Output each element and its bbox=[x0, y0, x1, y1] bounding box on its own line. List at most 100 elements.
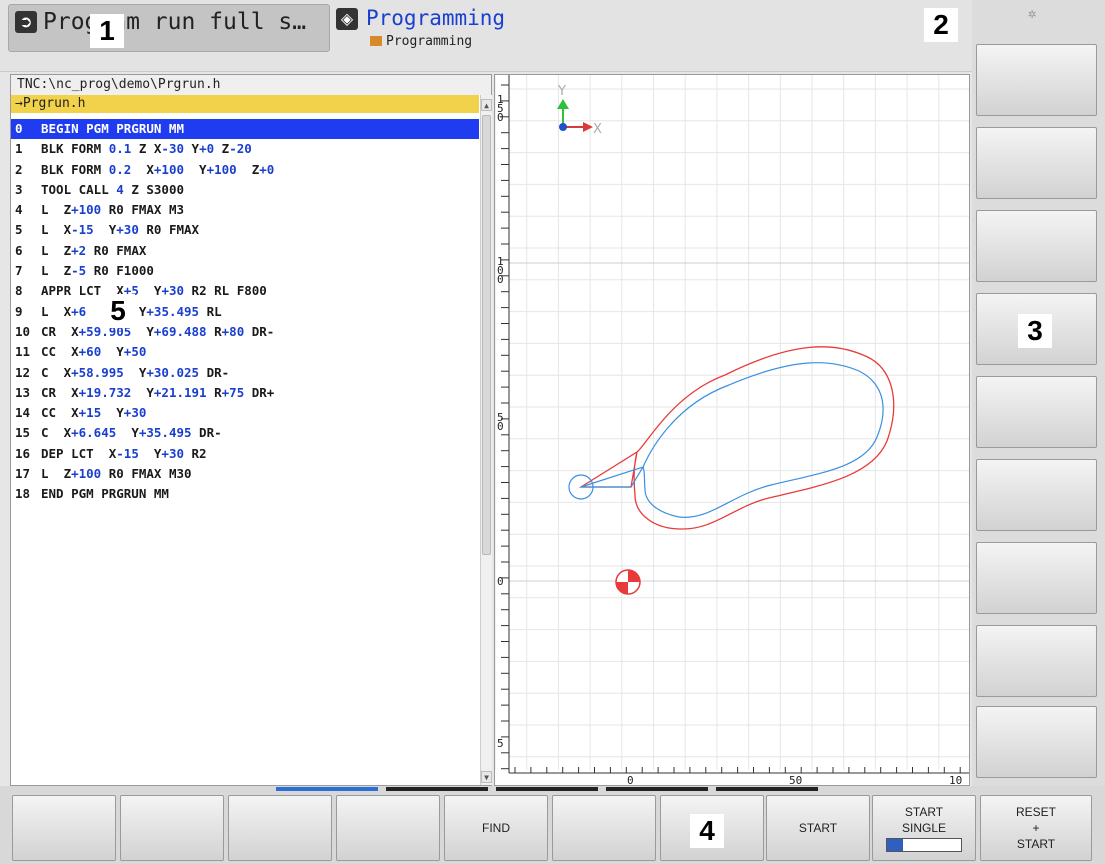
nc-token: +100 bbox=[71, 466, 102, 482]
nc-token: R0 FMAX bbox=[138, 222, 200, 238]
nc-token: Y bbox=[138, 445, 162, 461]
line-number: 18 bbox=[15, 486, 31, 502]
nc-token: +0 bbox=[259, 161, 275, 177]
nc-line[interactable]: 13 CR X+19.732 Y+21.191 R+75 DR+ bbox=[11, 383, 479, 403]
reset-start-label: RESET + START bbox=[1016, 804, 1056, 852]
bottom-tick-label: 50 bbox=[789, 774, 802, 785]
nc-token: DR+ bbox=[244, 384, 275, 400]
origin-dot bbox=[559, 123, 567, 131]
nc-token: Y bbox=[184, 161, 207, 177]
softkey-row-5-indicator[interactable] bbox=[716, 787, 818, 791]
nc-token: END PGM PRGRUN MM bbox=[41, 486, 169, 502]
nc-line[interactable]: 15 C X+6.645 Y+35.495 DR- bbox=[11, 423, 479, 443]
softkey-row-3-indicator[interactable] bbox=[496, 787, 598, 791]
nc-token: TOOL CALL bbox=[41, 181, 117, 197]
softkey-2[interactable] bbox=[120, 795, 224, 861]
softkey-1[interactable] bbox=[12, 795, 116, 861]
nc-line[interactable]: 12 C X+58.995 Y+30.025 DR- bbox=[11, 363, 479, 383]
scroll-up-icon[interactable]: ▲ bbox=[481, 99, 492, 111]
callout-3: 3 bbox=[1018, 314, 1052, 348]
nc-line[interactable]: 5 L X-15 Y+30 R0 FMAX bbox=[11, 220, 479, 240]
nc-token: -5 bbox=[71, 263, 87, 279]
vertical-softkey-3[interactable] bbox=[976, 210, 1097, 282]
line-number: 16 bbox=[15, 445, 31, 461]
nc-token: 0.1 bbox=[108, 141, 132, 157]
nc-line[interactable]: 0 BEGIN PGM PRGRUN MM bbox=[11, 119, 479, 140]
nc-line[interactable]: 17 L Z+100 R0 FMAX M30 bbox=[11, 464, 479, 484]
nc-line[interactable]: 11 CC X+60 Y+50 bbox=[11, 342, 479, 362]
nc-token: +35.495 bbox=[138, 425, 192, 441]
nc-line[interactable]: 18 END PGM PRGRUN MM bbox=[11, 484, 479, 504]
settings-gear-icon[interactable]: ✲ bbox=[1028, 6, 1036, 22]
softkey-4[interactable] bbox=[336, 795, 440, 861]
nc-token: L Z bbox=[41, 263, 72, 279]
softkey-3[interactable] bbox=[228, 795, 332, 861]
nc-program-listing[interactable]: 0 BEGIN PGM PRGRUN MM 1 BLK FORM 0.1 Z X-30… bbox=[11, 119, 479, 505]
softkey-label-line: START bbox=[1016, 837, 1056, 851]
nc-token: R2 RL F800 bbox=[184, 283, 267, 299]
vertical-softkey-2[interactable] bbox=[976, 127, 1097, 199]
nc-token: C X bbox=[41, 364, 72, 380]
nc-token: +30.025 bbox=[146, 364, 200, 380]
file-tab[interactable]: →Prgrun.h bbox=[11, 95, 479, 113]
scroll-down-icon[interactable]: ▼ bbox=[481, 771, 492, 783]
line-number: 14 bbox=[15, 405, 31, 421]
softkey-row-4-indicator[interactable] bbox=[606, 787, 708, 791]
vertical-softkey-8[interactable] bbox=[976, 625, 1097, 697]
vertical-scrollbar[interactable]: ▲ ▼ bbox=[480, 95, 492, 785]
programming-graphics: Y X 1 5 0 1 0 0 5 0 0 5 0 50 10 bbox=[494, 75, 969, 787]
line-number: 17 bbox=[15, 466, 31, 482]
line-number: 4 bbox=[15, 202, 23, 218]
vertical-softkey-7[interactable] bbox=[976, 542, 1097, 614]
nc-line[interactable]: 3 TOOL CALL 4 Z S3000 bbox=[11, 180, 479, 200]
start-softkey[interactable]: START bbox=[766, 795, 870, 861]
nc-token: +30 bbox=[161, 283, 185, 299]
vertical-softkey-1[interactable] bbox=[976, 44, 1097, 116]
nc-token: R bbox=[206, 323, 222, 339]
vertical-softkey-5[interactable] bbox=[976, 376, 1097, 448]
vertical-softkey-6[interactable] bbox=[976, 459, 1097, 531]
find-softkey[interactable]: FIND bbox=[444, 795, 548, 861]
nc-token: Y bbox=[116, 425, 139, 441]
nc-line[interactable]: 8 APPR LCT X+5 Y+30 R2 RL F800 bbox=[11, 281, 479, 301]
nc-token: +75 bbox=[221, 384, 245, 400]
nc-line[interactable]: 16 DEP LCT X-15 Y+30 R2 bbox=[11, 444, 479, 464]
line-number: 6 bbox=[15, 242, 23, 258]
axis-indicator: Y X bbox=[557, 84, 602, 137]
start-single-softkey[interactable]: START SINGLE bbox=[872, 795, 976, 861]
program-panel: TNC:\nc_prog\demo\Prgrun.h →Prgrun.h 0 BE… bbox=[10, 74, 492, 786]
nc-token: +60 bbox=[78, 344, 102, 360]
nc-line[interactable]: 6 L Z+2 R0 FMAX bbox=[11, 241, 479, 261]
line-number: 5 bbox=[15, 222, 23, 238]
vertical-softkey-9[interactable] bbox=[976, 706, 1097, 778]
nc-token: DEP LCT X bbox=[41, 445, 117, 461]
scrollbar-thumb[interactable] bbox=[482, 115, 491, 555]
contour-inner bbox=[580, 362, 884, 518]
softkey-row-2-indicator[interactable] bbox=[386, 787, 488, 791]
nc-line[interactable]: 4 L Z+100 R0 FMAX M3 bbox=[11, 200, 479, 220]
nc-line[interactable]: 2 BLK FORM 0.2 X+100 Y+100 Z+0 bbox=[11, 160, 479, 180]
nc-token: R0 FMAX bbox=[86, 242, 147, 258]
nc-line[interactable]: 9L X+6 Y+35.495 RL bbox=[11, 302, 479, 322]
bottom-tick-label: 0 bbox=[627, 774, 634, 785]
header-bar: ➲ Program run full s… 1 ◈ Programming Pr… bbox=[0, 0, 972, 72]
softkey-label-line: + bbox=[1032, 821, 1040, 835]
nc-line[interactable]: 1 BLK FORM 0.1 Z X-30 Y+0 Z-20 bbox=[11, 139, 479, 159]
reset-start-softkey[interactable]: RESET + START bbox=[980, 795, 1092, 861]
nc-line[interactable]: 14 CC X+15 Y+30 bbox=[11, 403, 479, 423]
softkey-row-1-indicator[interactable] bbox=[276, 787, 378, 791]
softkey-6[interactable] bbox=[552, 795, 656, 861]
graphics-panel[interactable]: Y X 150 100 50 0 5 0 50 10 bbox=[494, 74, 970, 787]
nc-token: R2 bbox=[184, 445, 207, 461]
axis-y-label: Y bbox=[557, 84, 566, 99]
nc-token: BLK FORM bbox=[41, 161, 109, 177]
operating-mode-tab[interactable]: ➲ Program run full s… bbox=[8, 4, 330, 52]
horizontal-softkey-bar: FIND START START SINGLE RESET + START 4 bbox=[0, 786, 1105, 864]
nc-token: +30 bbox=[161, 445, 184, 461]
left-ruler-labels: 1 5 0 1 0 0 5 0 0 5 bbox=[497, 93, 504, 750]
nc-line[interactable]: 10 CR X+59.905 Y+69.488 R+80 DR- bbox=[11, 322, 479, 342]
start-label: START bbox=[798, 821, 838, 835]
rulers bbox=[501, 75, 969, 774]
nc-line[interactable]: 7 L Z-5 R0 F1000 bbox=[11, 261, 479, 281]
nc-token: -20 bbox=[229, 141, 252, 157]
